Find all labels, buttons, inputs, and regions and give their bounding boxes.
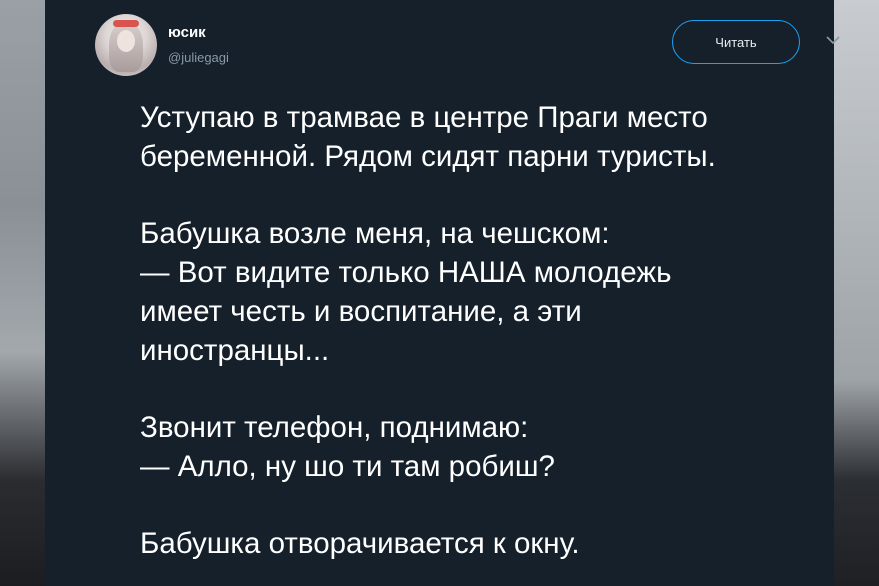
user-handle[interactable]: @juliegagi [168, 50, 229, 65]
tweet-line: Бабушка отворачивается к окну. [140, 527, 580, 560]
tweet-text: Уступаю в трамвае в центре Праги место б… [140, 98, 860, 563]
tweet-line: — Вот видите только НАША молодежь [140, 256, 672, 289]
avatar[interactable] [95, 14, 157, 76]
follow-button[interactable]: Читать [672, 20, 800, 64]
tweet-line: Звонит телефон, поднимаю: [140, 411, 529, 444]
tweet-line: беременной. Рядом сидят парни туристы. [140, 140, 716, 173]
tweet-line: — Алло, ну шо ти там робиш? [140, 450, 555, 483]
avatar-face [117, 30, 135, 52]
tweet-line: иностранцы... [140, 334, 330, 367]
chevron-down-icon[interactable] [821, 28, 845, 52]
avatar-headband [113, 20, 139, 27]
tweet-line: Бабушка возле меня, на чешском: [140, 217, 610, 250]
tweet-header: юсик @juliegagi Читать [95, 14, 840, 76]
tweet-line: имеет честь и воспитание, а эти [140, 295, 582, 328]
tweet-line: Уступаю в трамвае в центре Праги место [140, 101, 708, 134]
display-name[interactable]: юсик [168, 24, 206, 41]
photo-background-left [0, 0, 45, 586]
tweet-card: юсик @juliegagi Читать Уступаю в трамвае… [45, 0, 840, 586]
